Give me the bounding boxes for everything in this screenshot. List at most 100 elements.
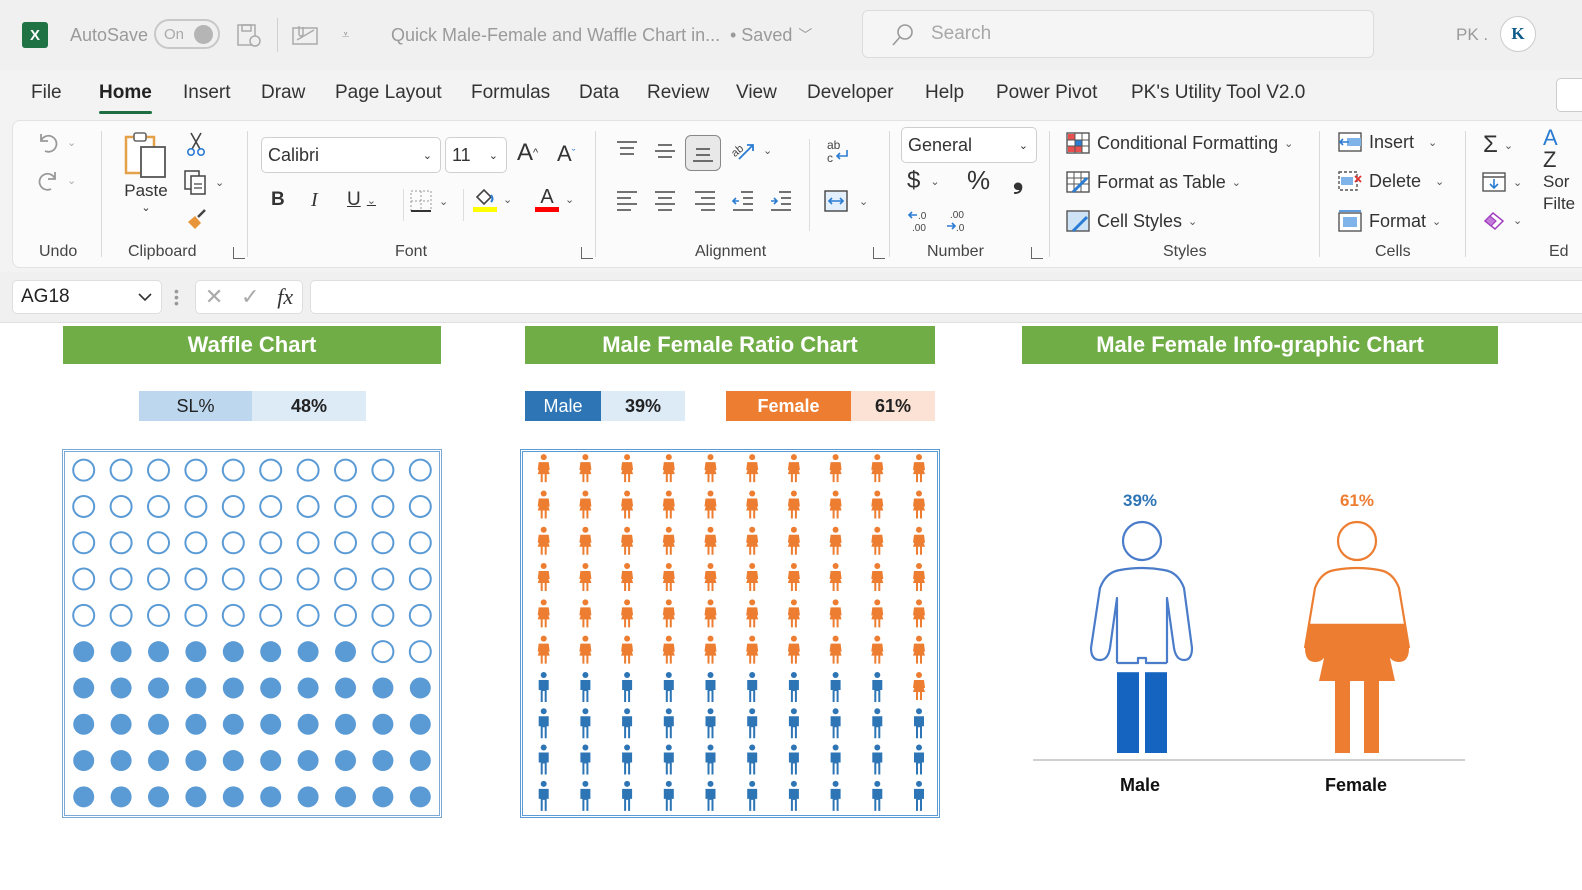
titlebar-divider bbox=[277, 18, 278, 52]
male-person-icon bbox=[830, 780, 841, 811]
waffle-cell-filled bbox=[335, 786, 356, 808]
tab-draw[interactable]: Draw bbox=[261, 82, 305, 104]
font-name-select[interactable]: Calibri ⌄ bbox=[261, 137, 441, 173]
number-dialog-launcher-icon[interactable] bbox=[1031, 247, 1043, 259]
format-as-table-label: Format as Table bbox=[1097, 171, 1226, 192]
increase-decimal-button[interactable]: .0.00 bbox=[907, 207, 933, 233]
save-icon[interactable] bbox=[236, 0, 262, 70]
fill-color-button[interactable]: ⌄ bbox=[473, 187, 512, 212]
conditional-formatting-label: Conditional Formatting bbox=[1097, 132, 1279, 153]
waffle-cell-filled bbox=[222, 713, 244, 735]
worksheet-area[interactable]: Waffle Chart SL% 48% Male Female Ratio C… bbox=[0, 322, 1582, 890]
formula-bar-resize-handle[interactable]: • • • bbox=[174, 284, 179, 310]
tab-power-pivot[interactable]: Power Pivot bbox=[996, 82, 1097, 104]
fill-button[interactable]: ⌄ bbox=[1481, 171, 1522, 193]
alignment-dialog-launcher-icon[interactable] bbox=[873, 247, 885, 259]
bottom-align-button[interactable] bbox=[685, 135, 721, 171]
redo-button[interactable]: ⌄ bbox=[35, 167, 76, 193]
orientation-button[interactable]: ab ⌄ bbox=[729, 137, 772, 163]
italic-button[interactable]: I bbox=[311, 189, 318, 212]
font-color-button[interactable]: A ⌄ bbox=[535, 187, 574, 212]
waffle-cell-empty bbox=[334, 531, 357, 555]
comments-button[interactable] bbox=[1556, 78, 1582, 112]
decrease-indent-button[interactable] bbox=[731, 189, 755, 211]
increase-indent-button[interactable] bbox=[769, 189, 793, 211]
insert-function-button[interactable]: fx bbox=[277, 284, 293, 310]
font-dialog-launcher-icon[interactable] bbox=[581, 247, 593, 259]
autosave-toggle[interactable]: On bbox=[154, 19, 220, 49]
tab-data[interactable]: Data bbox=[579, 82, 619, 104]
percent-button[interactable]: % bbox=[967, 165, 990, 196]
conditional-formatting-button[interactable]: Conditional Formatting ⌄ bbox=[1065, 131, 1293, 155]
top-align-button[interactable] bbox=[615, 139, 639, 159]
borders-button[interactable]: ⌄ bbox=[409, 189, 448, 213]
waffle-cell-empty bbox=[72, 531, 96, 555]
format-cells-button[interactable]: Format ⌄ bbox=[1337, 209, 1441, 233]
align-center-button[interactable] bbox=[653, 189, 677, 211]
tab-help[interactable]: Help bbox=[925, 82, 964, 104]
document-title[interactable]: Quick Male-Female and Waffle Chart in... bbox=[391, 0, 720, 70]
tab-formulas[interactable]: Formulas bbox=[471, 82, 550, 104]
copy-button[interactable]: ⌄ bbox=[183, 169, 224, 195]
bold-button[interactable]: B bbox=[271, 189, 285, 211]
font-size-select[interactable]: 11 ⌄ bbox=[445, 137, 507, 173]
tab-view[interactable]: View bbox=[736, 82, 777, 104]
insert-cells-button[interactable]: Insert ⌄ bbox=[1337, 131, 1437, 153]
decrease-font-size-button[interactable]: Aˇ bbox=[557, 141, 575, 167]
autosum-button[interactable]: Σ ⌄ bbox=[1483, 131, 1513, 159]
email-attach-icon[interactable] bbox=[292, 0, 320, 70]
waffle-cell-empty bbox=[371, 531, 395, 555]
middle-align-button[interactable] bbox=[653, 141, 677, 161]
female-person-icon bbox=[621, 454, 634, 483]
customize-qat-icon[interactable]: ⩡ bbox=[342, 0, 349, 70]
tab-developer[interactable]: Developer bbox=[807, 82, 894, 104]
name-box[interactable]: AG18 bbox=[12, 280, 162, 314]
align-right-button[interactable] bbox=[693, 189, 717, 211]
search-input[interactable]: Search bbox=[862, 10, 1374, 58]
cell-styles-button[interactable]: Cell Styles ⌄ bbox=[1065, 209, 1197, 233]
waffle-cell-filled bbox=[372, 750, 394, 772]
increase-font-size-button[interactable]: A ^ bbox=[517, 139, 538, 167]
avatar[interactable]: K bbox=[1500, 16, 1536, 52]
format-painter-button[interactable] bbox=[185, 207, 209, 231]
merge-center-button[interactable]: ⌄ bbox=[823, 189, 868, 213]
cancel-icon[interactable]: ✕ bbox=[205, 284, 223, 310]
clipboard-dialog-launcher-icon[interactable] bbox=[233, 247, 245, 259]
sort-z-glyph: Z bbox=[1543, 147, 1557, 172]
waffle-cell-empty bbox=[371, 603, 395, 627]
male-kpi: Male 39% bbox=[525, 391, 685, 421]
tab-home[interactable]: Home bbox=[99, 82, 152, 114]
paste-button[interactable]: Paste ⌄ bbox=[123, 131, 169, 214]
cut-button[interactable] bbox=[185, 131, 207, 157]
tab-page-layout[interactable]: Page Layout bbox=[335, 82, 442, 104]
male-person-icon bbox=[705, 708, 716, 739]
save-status[interactable]: • Saved ﹀ bbox=[730, 0, 812, 70]
paste-label: Paste bbox=[124, 181, 168, 200]
comma-style-button[interactable]: ❟ bbox=[1013, 165, 1023, 196]
chevron-down-icon: ⌄ bbox=[215, 176, 225, 189]
male-person-icon bbox=[538, 671, 549, 702]
tab-pk-utility-tool[interactable]: PK's Utility Tool V2.0 bbox=[1131, 82, 1305, 104]
align-left-button[interactable] bbox=[615, 189, 639, 211]
group-label-cells: Cells bbox=[1375, 243, 1411, 260]
currency-button[interactable]: $ ⌄ bbox=[907, 167, 940, 195]
undo-button[interactable]: ⌄ bbox=[35, 129, 76, 155]
formula-input[interactable] bbox=[310, 280, 1582, 314]
decrease-decimal-button[interactable]: .00.0 bbox=[945, 207, 971, 233]
wrap-text-button[interactable]: ab c bbox=[825, 137, 851, 167]
male-person-icon bbox=[622, 744, 633, 775]
underline-button[interactable]: U ⌄ bbox=[347, 189, 376, 211]
female-person-icon bbox=[746, 526, 759, 555]
number-format-select[interactable]: General ⌄ bbox=[901, 127, 1037, 163]
clear-button[interactable]: ⌄ bbox=[1481, 209, 1522, 231]
svg-text:.0: .0 bbox=[956, 223, 965, 233]
delete-cells-button[interactable]: Delete ⌄ bbox=[1337, 170, 1444, 192]
female-person-icon bbox=[913, 454, 925, 483]
female-person-icon bbox=[913, 635, 925, 664]
tab-file[interactable]: File bbox=[31, 82, 62, 104]
tab-review[interactable]: Review bbox=[647, 82, 709, 104]
sort-filter-button[interactable]: A Z Sor Filte bbox=[1543, 127, 1575, 215]
format-as-table-button[interactable]: Format as Table ⌄ bbox=[1065, 170, 1241, 194]
enter-check-icon[interactable]: ✓ bbox=[241, 284, 259, 310]
tab-insert[interactable]: Insert bbox=[183, 82, 231, 104]
